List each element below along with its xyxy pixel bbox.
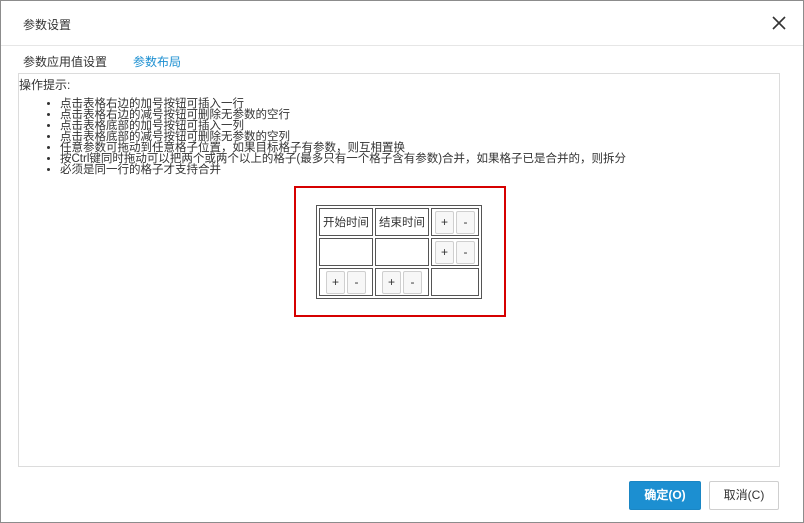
hint-title: 操作提示: — [19, 78, 71, 92]
delete-column-button[interactable]: - — [403, 270, 422, 294]
column-controls: + - — [375, 268, 429, 296]
grid-cell-empty[interactable] — [319, 238, 373, 266]
grid-corner-cell — [431, 268, 479, 296]
close-icon — [772, 16, 786, 30]
tab-bar: 参数应用值设置 参数布局 — [17, 53, 188, 75]
cancel-button[interactable]: 取消(C) — [709, 481, 779, 510]
layout-panel: 操作提示: 点击表格右边的加号按钮可插入一行 点击表格右边的减号按钮可删除无参数… — [18, 73, 780, 467]
hint-list: 点击表格右边的加号按钮可插入一行 点击表格右边的减号按钮可删除无参数的空行 点击… — [60, 98, 626, 176]
dialog: 参数设置 参数应用值设置 参数布局 操作提示: 点击表格右边的加号按钮可插入一行… — [0, 0, 804, 523]
delete-row-button[interactable]: - — [456, 240, 475, 264]
tab-param-layout[interactable]: 参数布局 — [127, 53, 188, 75]
ok-button[interactable]: 确定(O) — [629, 481, 701, 510]
insert-column-button[interactable]: + — [326, 270, 345, 294]
grid-cell-end-time[interactable]: 结束时间 — [375, 208, 429, 236]
title-bar: 参数设置 — [1, 1, 803, 46]
param-layout-grid: 开始时间 结束时间 + - + - + - + - — [316, 205, 482, 299]
hint-item: 必须是同一行的格子才支持合并 — [60, 164, 626, 176]
grid-cell-empty[interactable] — [375, 238, 429, 266]
delete-row-button[interactable]: - — [456, 210, 475, 234]
grid-row: 开始时间 结束时间 + - — [319, 208, 479, 236]
insert-row-button[interactable]: + — [435, 210, 454, 234]
tab-param-value-settings[interactable]: 参数应用值设置 — [17, 53, 113, 75]
delete-column-button[interactable]: - — [347, 270, 366, 294]
column-controls: + - — [319, 268, 373, 296]
grid-row: + - + - — [319, 268, 479, 296]
close-button[interactable] — [769, 13, 789, 33]
grid-row: + - — [319, 238, 479, 266]
row-controls: + - — [431, 238, 479, 266]
grid-cell-start-time[interactable]: 开始时间 — [319, 208, 373, 236]
row-controls: + - — [431, 208, 479, 236]
insert-column-button[interactable]: + — [382, 270, 401, 294]
insert-row-button[interactable]: + — [435, 240, 454, 264]
dialog-title: 参数设置 — [23, 18, 72, 32]
